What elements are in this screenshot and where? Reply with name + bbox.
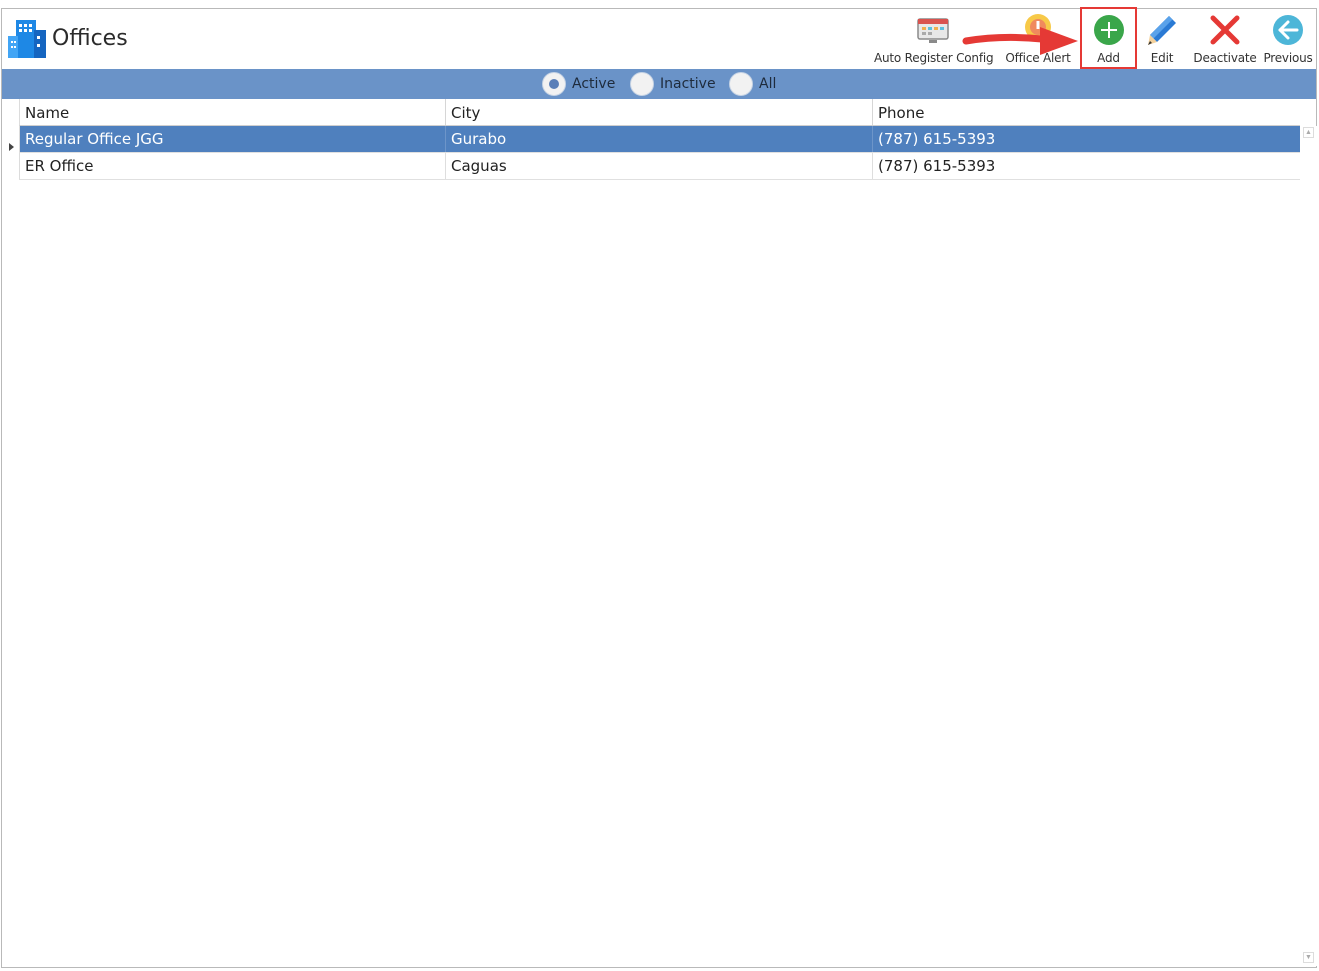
add-button[interactable]: Add	[1082, 11, 1135, 67]
cell-city: Gurabo	[446, 126, 873, 152]
scroll-down-icon[interactable]: ▼	[1303, 952, 1314, 963]
scroll-up-icon[interactable]: ▲	[1303, 127, 1314, 138]
radio-inactive-indicator	[630, 72, 654, 96]
radio-all[interactable]: All	[729, 72, 789, 96]
column-header-name[interactable]: Name	[20, 99, 446, 125]
cell-phone: (787) 615-5393	[878, 130, 996, 148]
add-label: Add	[1097, 51, 1120, 65]
cell-name: Regular Office JGG	[20, 126, 446, 152]
page-title: Offices	[52, 26, 128, 51]
cell-phone: (787) 615-5393	[878, 157, 996, 175]
current-row-indicator-icon	[9, 143, 14, 151]
radio-inactive[interactable]: Inactive	[630, 72, 720, 96]
cell-name: ER Office	[20, 153, 446, 179]
red-arrow-icon	[962, 27, 1078, 55]
cell-city: Caguas	[446, 153, 873, 179]
office-buildings-icon	[8, 20, 46, 58]
plus-circle-icon	[1093, 15, 1124, 45]
vertical-scrollbar[interactable]: ▲ ▼	[1300, 126, 1317, 966]
header-bar: Offices Auto Register Config Office Aler…	[2, 7, 1316, 69]
offices-window: Offices Auto Register Config Office Aler…	[1, 7, 1317, 968]
radio-active[interactable]: Active	[542, 72, 622, 96]
radio-all-label: All	[759, 76, 777, 92]
table-row[interactable]: Regular Office JGG Gurabo (787) 615-5393	[19, 126, 1300, 153]
arrow-left-circle-icon	[1273, 15, 1303, 45]
deactivate-button[interactable]: Deactivate	[1192, 11, 1258, 67]
x-icon	[1210, 15, 1240, 45]
status-filter-bar: Active Inactive All	[2, 69, 1316, 99]
column-header-city[interactable]: City	[446, 99, 873, 125]
previous-label: Previous	[1263, 51, 1313, 65]
grid-header: Name City Phone	[19, 99, 1300, 126]
radio-all-indicator	[729, 72, 753, 96]
pencil-icon	[1148, 16, 1176, 45]
radio-active-label: Active	[572, 76, 616, 92]
previous-button[interactable]: Previous	[1260, 11, 1316, 67]
edit-button[interactable]: Edit	[1142, 11, 1182, 67]
radio-active-indicator	[542, 72, 566, 96]
offices-grid: Name City Phone Regular Office JGG Gurab…	[2, 99, 1317, 967]
table-row[interactable]: ER Office Caguas (787) 615-5393	[19, 153, 1300, 180]
column-header-phone[interactable]: Phone	[873, 99, 1301, 125]
calendar-config-icon	[917, 18, 949, 43]
edit-label: Edit	[1150, 51, 1174, 65]
deactivate-label: Deactivate	[1193, 51, 1257, 65]
radio-inactive-label: Inactive	[660, 76, 716, 92]
